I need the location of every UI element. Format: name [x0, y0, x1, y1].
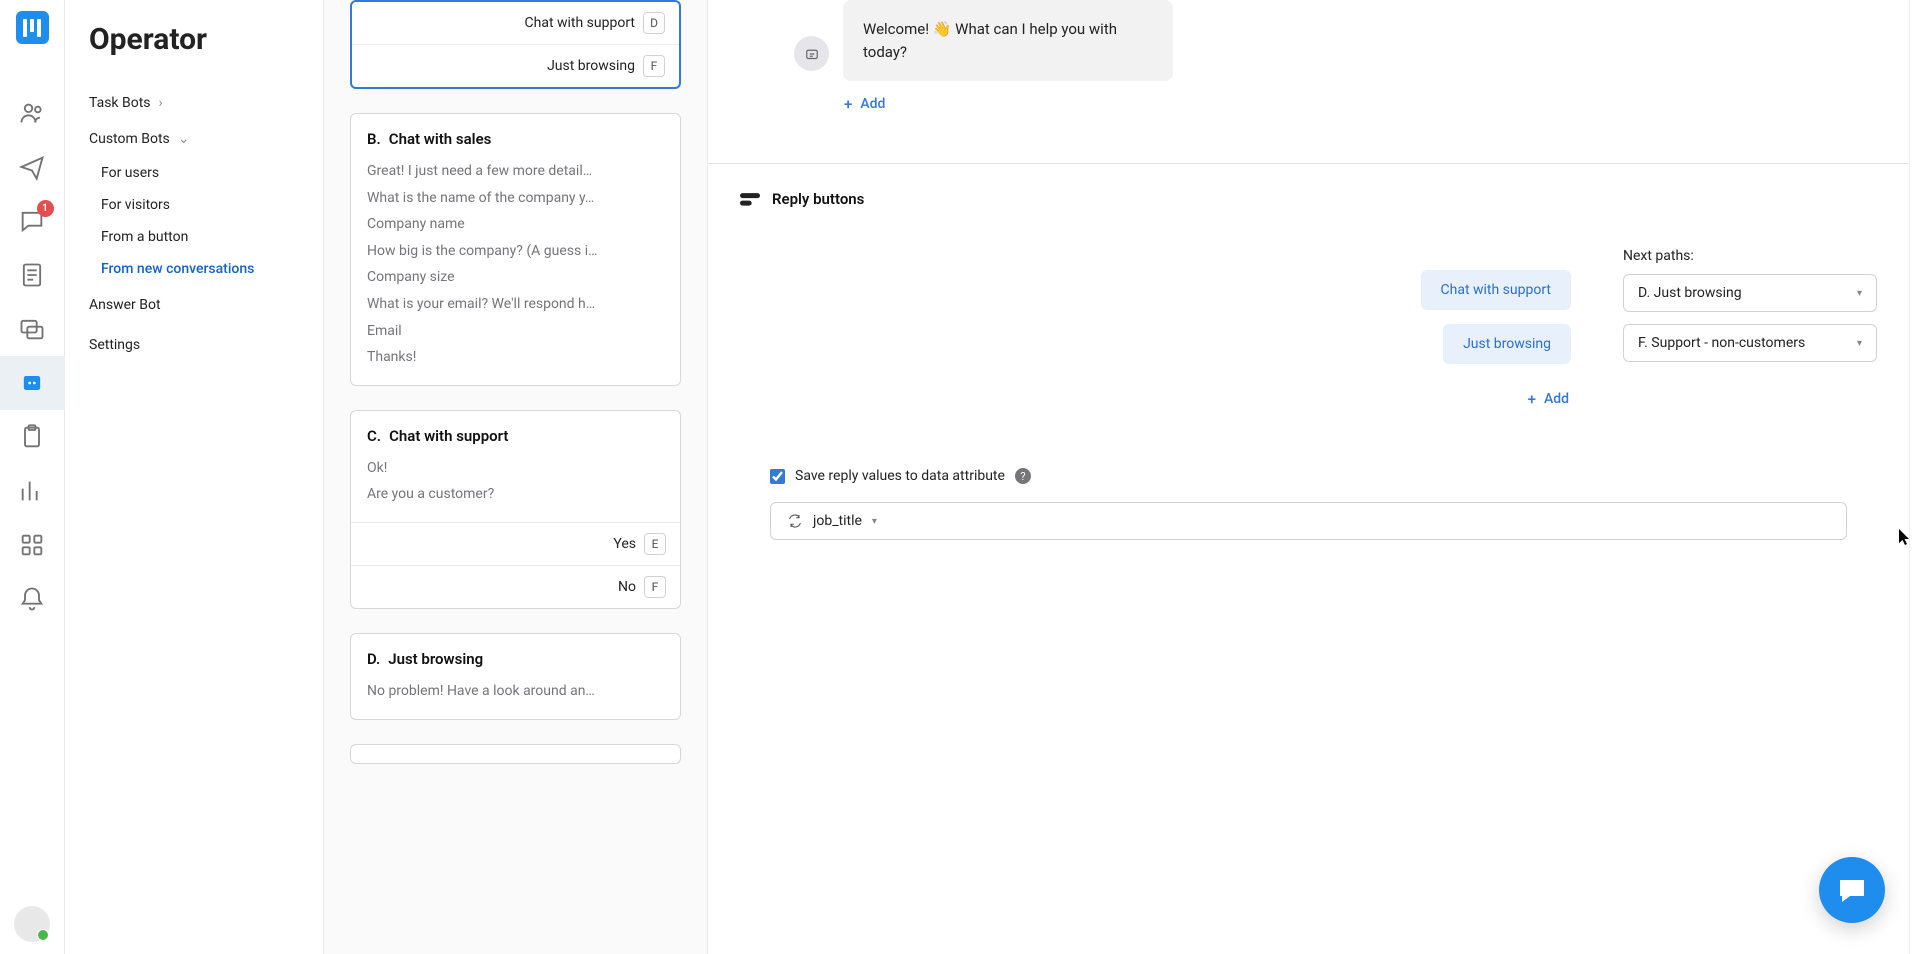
user-avatar[interactable]	[14, 906, 50, 942]
nav-task-bots[interactable]: Task Bots›	[65, 85, 323, 121]
caret-down-icon: ▾	[872, 516, 877, 527]
caret-down-icon: ▾	[1857, 338, 1862, 349]
caret-down-icon: ▾	[1857, 288, 1862, 299]
docs-icon[interactable]	[0, 248, 65, 302]
nav-settings[interactable]: Settings	[65, 325, 323, 365]
path-tag: F	[644, 576, 666, 598]
next-path-dropdown-1[interactable]: D. Just browsing▾	[1623, 274, 1877, 312]
path-title: Chat with support	[389, 427, 508, 445]
path-row[interactable]: NoF	[351, 565, 680, 608]
path-letter: C.	[367, 427, 381, 445]
page-title: Operator	[65, 22, 323, 85]
nav-for-visitors[interactable]: For visitors	[65, 189, 323, 221]
nav-from-new-convos[interactable]: From new conversations	[65, 253, 323, 285]
nav-from-button[interactable]: From a button	[65, 221, 323, 253]
app-logo[interactable]	[16, 11, 49, 44]
alerts-icon[interactable]	[0, 572, 65, 626]
send-icon[interactable]	[0, 140, 65, 194]
path-card-next[interactable]	[350, 744, 681, 764]
path-card-d[interactable]: D. Just browsing No problem! Have a look …	[350, 633, 681, 720]
attribute-dropdown[interactable]: job_title▾	[770, 502, 1847, 540]
next-path-dropdown-2[interactable]: F. Support - non-customers▾	[1623, 324, 1877, 362]
bot-avatar-icon	[794, 36, 829, 71]
welcome-message[interactable]: Welcome! 👋 What can I help you with toda…	[843, 0, 1173, 81]
path-letter: B.	[367, 130, 381, 148]
help-icon[interactable]: ?	[1015, 468, 1031, 484]
path-body: Great! I just need a few more detail…Wha…	[351, 158, 680, 385]
path-body: Ok!Are you a customer?	[351, 455, 680, 522]
path-row[interactable]: YesE	[351, 523, 680, 565]
path-card-active[interactable]: Chat with supportD Just browsingF	[350, 0, 681, 89]
path-row[interactable]: Chat with supportD	[352, 2, 679, 44]
sync-icon	[787, 513, 803, 529]
plus-icon: +	[1528, 390, 1536, 408]
add-reply-button[interactable]: +Add	[1526, 384, 1571, 414]
next-paths-label: Next paths:	[1623, 248, 1877, 264]
path-title: Just browsing	[388, 650, 483, 668]
path-card-b[interactable]: B. Chat with sales Great! I just need a f…	[350, 113, 681, 386]
reply-icon	[740, 191, 760, 207]
save-reply-checkbox[interactable]	[770, 469, 785, 484]
clipboard-icon[interactable]	[0, 410, 65, 464]
scrollbar[interactable]	[1909, 0, 1920, 954]
chevron-down-icon: ⌄	[178, 131, 190, 147]
path-card-c[interactable]: C. Chat with support Ok!Are you a custome…	[350, 410, 681, 609]
messages-icon[interactable]	[0, 302, 65, 356]
mouse-cursor	[1898, 528, 1909, 546]
path-body: No problem! Have a look around an…	[351, 678, 680, 719]
plus-icon: +	[844, 95, 852, 113]
nav-for-users[interactable]: For users	[65, 157, 323, 189]
chat-badge: 1	[37, 200, 54, 217]
chat-icon[interactable]: 1	[0, 194, 65, 248]
path-tag: E	[644, 533, 666, 555]
nav-answer-bot[interactable]: Answer Bot	[65, 285, 323, 325]
reply-buttons-header: Reply buttons	[740, 190, 1877, 208]
apps-icon[interactable]	[0, 518, 65, 572]
save-reply-label: Save reply values to data attribute	[795, 468, 1005, 484]
operator-icon[interactable]	[0, 356, 65, 410]
add-message-button[interactable]: +Add	[842, 89, 887, 119]
path-tag: F	[643, 55, 665, 77]
path-letter: D.	[367, 650, 380, 668]
nav-custom-bots[interactable]: Custom Bots⌄	[65, 121, 323, 157]
path-tag: D	[643, 12, 665, 34]
path-title: Chat with sales	[389, 130, 492, 148]
messenger-fab[interactable]	[1819, 857, 1885, 923]
path-row[interactable]: Just browsingF	[352, 44, 679, 87]
reports-icon[interactable]	[0, 464, 65, 518]
reply-chip-support[interactable]: Chat with support	[1421, 270, 1572, 310]
contacts-icon[interactable]	[0, 86, 65, 140]
chevron-right-icon: ›	[159, 95, 163, 111]
section-divider	[708, 163, 1909, 164]
reply-chip-browsing[interactable]: Just browsing	[1443, 324, 1571, 364]
